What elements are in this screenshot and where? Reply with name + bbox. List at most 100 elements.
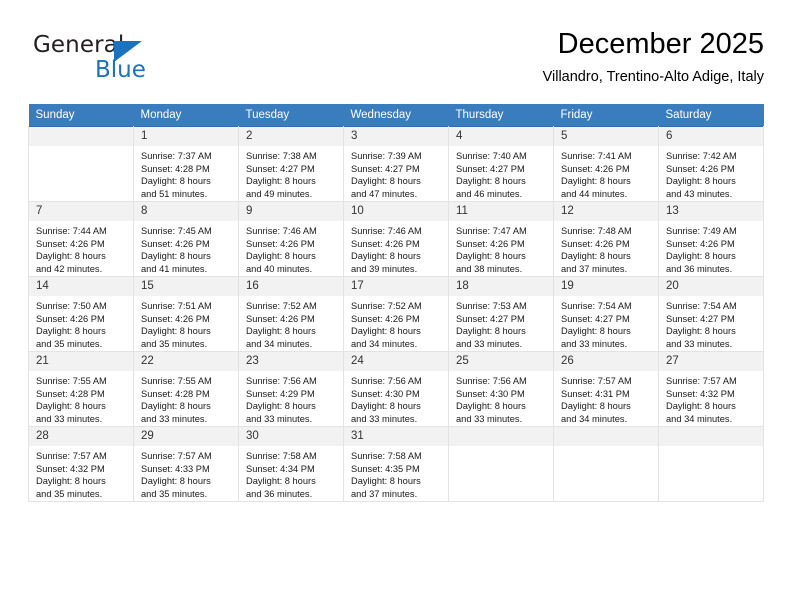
sunrise-text: Sunrise: 7:54 AM: [561, 301, 632, 311]
daylight-text-line2: and 42 minutes.: [36, 263, 103, 274]
sunset-text: Sunset: 4:26 PM: [36, 313, 105, 324]
sunrise-text: Sunrise: 7:56 AM: [456, 376, 527, 386]
daylight-text-line1: Daylight: 8 hours: [141, 401, 211, 412]
day-number: [449, 427, 553, 446]
daylight-text-line1: Daylight: 8 hours: [456, 176, 526, 187]
calendar-day-cell[interactable]: 7 Sunrise: 7:44 AM Sunset: 4:26 PM Daylight…: [28, 201, 134, 277]
sunrise-text: Sunrise: 7:58 AM: [246, 451, 317, 461]
sunset-text: Sunset: 4:26 PM: [351, 238, 420, 249]
calendar-day-cell[interactable]: 19 Sunrise: 7:54 AM Sunset: 4:27 PM Dayligh…: [553, 276, 659, 352]
daylight-text-line1: Daylight: 8 hours: [561, 401, 631, 412]
day-details: Sunrise: 7:56 AM Sunset: 4:29 PM Daylight:…: [239, 371, 343, 425]
weekday-header-row: Sunday Monday Tuesday Wednesday Thursday…: [28, 104, 764, 127]
calendar-day-cell[interactable]: 30 Sunrise: 7:58 AM Sunset: 4:34 PM Dayligh…: [238, 426, 344, 502]
calendar-day-cell[interactable]: 10 Sunrise: 7:46 AM Sunset: 4:26 PM Dayligh…: [343, 201, 449, 277]
day-number: 19: [554, 277, 658, 296]
calendar-day-cell[interactable]: 22 Sunrise: 7:55 AM Sunset: 4:28 PM Dayligh…: [133, 351, 239, 427]
day-number: 16: [239, 277, 343, 296]
calendar-day-cell[interactable]: 9 Sunrise: 7:46 AM Sunset: 4:26 PM Daylight…: [238, 201, 344, 277]
sunrise-text: Sunrise: 7:55 AM: [141, 376, 212, 386]
sunrise-text: Sunrise: 7:37 AM: [141, 151, 212, 161]
calendar-day-cell[interactable]: 1 Sunrise: 7:37 AM Sunset: 4:28 PM Daylight…: [133, 126, 239, 202]
sunrise-text: Sunrise: 7:57 AM: [36, 451, 107, 461]
calendar-day-cell[interactable]: 23 Sunrise: 7:56 AM Sunset: 4:29 PM Dayligh…: [238, 351, 344, 427]
daylight-text-line1: Daylight: 8 hours: [351, 476, 421, 487]
calendar-day-cell[interactable]: 20 Sunrise: 7:54 AM Sunset: 4:27 PM Dayligh…: [658, 276, 764, 352]
sunrise-text: Sunrise: 7:56 AM: [246, 376, 317, 386]
day-details: Sunrise: 7:57 AM Sunset: 4:32 PM Daylight:…: [29, 446, 133, 500]
daylight-text-line2: and 36 minutes.: [246, 488, 313, 499]
daylight-text-line2: and 38 minutes.: [456, 263, 523, 274]
day-number: 26: [554, 352, 658, 371]
calendar-day-cell[interactable]: 26 Sunrise: 7:57 AM Sunset: 4:31 PM Dayligh…: [553, 351, 659, 427]
sunset-text: Sunset: 4:29 PM: [246, 388, 315, 399]
calendar-day-cell[interactable]: 16 Sunrise: 7:52 AM Sunset: 4:26 PM Dayligh…: [238, 276, 344, 352]
calendar-day-cell[interactable]: 21 Sunrise: 7:55 AM Sunset: 4:28 PM Dayligh…: [28, 351, 134, 427]
day-details: Sunrise: 7:55 AM Sunset: 4:28 PM Daylight:…: [134, 371, 238, 425]
calendar-week-row: 28 Sunrise: 7:57 AM Sunset: 4:32 PM Dayligh…: [28, 426, 764, 502]
day-details: Sunrise: 7:55 AM Sunset: 4:28 PM Daylight:…: [29, 371, 133, 425]
sunrise-text: Sunrise: 7:55 AM: [36, 376, 107, 386]
daylight-text-line1: Daylight: 8 hours: [666, 176, 736, 187]
sunset-text: Sunset: 4:33 PM: [141, 463, 210, 474]
logo-text-blue: Blue: [95, 57, 146, 83]
sunrise-text: Sunrise: 7:57 AM: [561, 376, 632, 386]
day-details: Sunrise: 7:54 AM Sunset: 4:27 PM Daylight:…: [554, 296, 658, 350]
daylight-text-line2: and 34 minutes.: [666, 413, 733, 424]
calendar-day-cell[interactable]: 6 Sunrise: 7:42 AM Sunset: 4:26 PM Daylight…: [658, 126, 764, 202]
calendar-day-cell[interactable]: 29 Sunrise: 7:57 AM Sunset: 4:33 PM Dayligh…: [133, 426, 239, 502]
calendar-day-cell[interactable]: 3 Sunrise: 7:39 AM Sunset: 4:27 PM Daylight…: [343, 126, 449, 202]
sunrise-text: Sunrise: 7:57 AM: [141, 451, 212, 461]
day-number: [659, 427, 763, 446]
calendar-day-cell[interactable]: 27 Sunrise: 7:57 AM Sunset: 4:32 PM Dayligh…: [658, 351, 764, 427]
calendar-day-cell[interactable]: 8 Sunrise: 7:45 AM Sunset: 4:26 PM Daylight…: [133, 201, 239, 277]
sunset-text: Sunset: 4:26 PM: [36, 238, 105, 249]
sunrise-text: Sunrise: 7:52 AM: [351, 301, 422, 311]
calendar-week-row: 1 Sunrise: 7:37 AM Sunset: 4:28 PM Daylight…: [28, 126, 764, 202]
day-details: Sunrise: 7:45 AM Sunset: 4:26 PM Daylight:…: [134, 221, 238, 275]
sunset-text: Sunset: 4:26 PM: [246, 238, 315, 249]
calendar-day-cell[interactable]: 25 Sunrise: 7:56 AM Sunset: 4:30 PM Dayligh…: [448, 351, 554, 427]
day-number: [29, 127, 133, 146]
calendar-day-cell[interactable]: 14 Sunrise: 7:50 AM Sunset: 4:26 PM Dayligh…: [28, 276, 134, 352]
sunset-text: Sunset: 4:31 PM: [561, 388, 630, 399]
calendar-day-cell[interactable]: 28 Sunrise: 7:57 AM Sunset: 4:32 PM Dayligh…: [28, 426, 134, 502]
day-details: Sunrise: 7:37 AM Sunset: 4:28 PM Daylight:…: [134, 146, 238, 200]
calendar-day-cell[interactable]: 15 Sunrise: 7:51 AM Sunset: 4:26 PM Dayligh…: [133, 276, 239, 352]
daylight-text-line1: Daylight: 8 hours: [561, 176, 631, 187]
calendar-day-cell[interactable]: 13 Sunrise: 7:49 AM Sunset: 4:26 PM Dayligh…: [658, 201, 764, 277]
calendar-day-cell[interactable]: 18 Sunrise: 7:53 AM Sunset: 4:27 PM Dayligh…: [448, 276, 554, 352]
sunset-text: Sunset: 4:32 PM: [36, 463, 105, 474]
daylight-text-line1: Daylight: 8 hours: [351, 326, 421, 337]
daylight-text-line2: and 49 minutes.: [246, 188, 313, 199]
sunset-text: Sunset: 4:27 PM: [666, 313, 735, 324]
day-number: 22: [134, 352, 238, 371]
day-number: 17: [344, 277, 448, 296]
day-number: 20: [659, 277, 763, 296]
calendar-day-cell[interactable]: 11 Sunrise: 7:47 AM Sunset: 4:26 PM Dayligh…: [448, 201, 554, 277]
sunset-text: Sunset: 4:26 PM: [561, 163, 630, 174]
weekday-header-saturday: Saturday: [658, 104, 764, 127]
calendar-day-cell[interactable]: 12 Sunrise: 7:48 AM Sunset: 4:26 PM Dayligh…: [553, 201, 659, 277]
sunset-text: Sunset: 4:27 PM: [351, 163, 420, 174]
daylight-text-line1: Daylight: 8 hours: [141, 476, 211, 487]
sunset-text: Sunset: 4:30 PM: [456, 388, 525, 399]
calendar-day-cell[interactable]: 2 Sunrise: 7:38 AM Sunset: 4:27 PM Daylight…: [238, 126, 344, 202]
daylight-text-line2: and 47 minutes.: [351, 188, 418, 199]
day-number: 23: [239, 352, 343, 371]
day-details: Sunrise: 7:46 AM Sunset: 4:26 PM Daylight:…: [344, 221, 448, 275]
sunrise-text: Sunrise: 7:51 AM: [141, 301, 212, 311]
daylight-text-line2: and 34 minutes.: [351, 338, 418, 349]
calendar-day-cell[interactable]: 4 Sunrise: 7:40 AM Sunset: 4:27 PM Daylight…: [448, 126, 554, 202]
daylight-text-line2: and 33 minutes.: [456, 338, 523, 349]
sunrise-text: Sunrise: 7:48 AM: [561, 226, 632, 236]
calendar-day-cell[interactable]: 24 Sunrise: 7:56 AM Sunset: 4:30 PM Dayligh…: [343, 351, 449, 427]
calendar-day-cell[interactable]: 5 Sunrise: 7:41 AM Sunset: 4:26 PM Daylight…: [553, 126, 659, 202]
daylight-text-line2: and 33 minutes.: [36, 413, 103, 424]
calendar-day-cell[interactable]: 31 Sunrise: 7:58 AM Sunset: 4:35 PM Dayligh…: [343, 426, 449, 502]
day-number: 10: [344, 202, 448, 221]
calendar-day-cell[interactable]: 17 Sunrise: 7:52 AM Sunset: 4:26 PM Dayligh…: [343, 276, 449, 352]
sunrise-text: Sunrise: 7:42 AM: [666, 151, 737, 161]
day-details: Sunrise: 7:38 AM Sunset: 4:27 PM Daylight:…: [239, 146, 343, 200]
generalblue-logo[interactable]: General Blue: [33, 32, 243, 88]
